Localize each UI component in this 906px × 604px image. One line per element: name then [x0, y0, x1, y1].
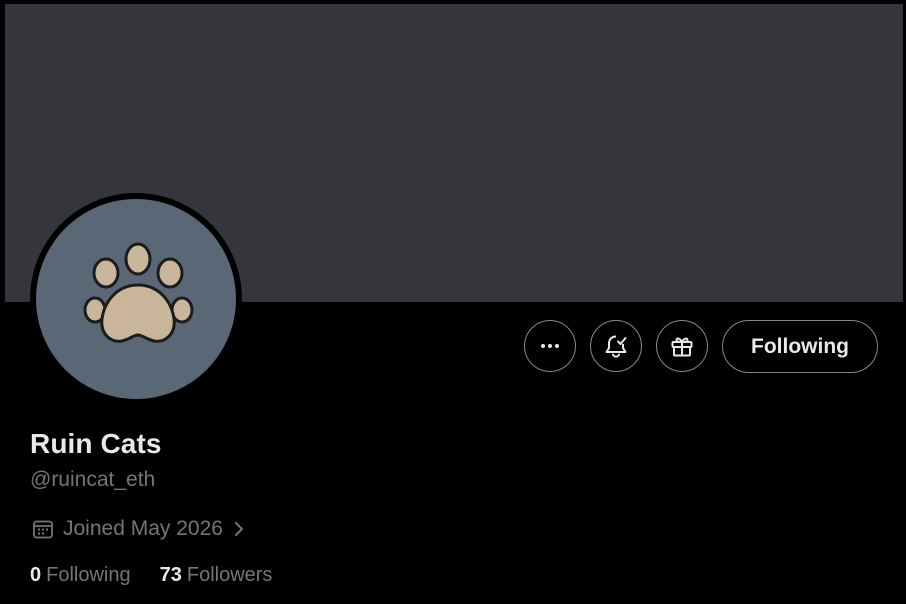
user-handle: @ruincat_eth [30, 468, 156, 491]
avatar[interactable] [36, 199, 236, 399]
following-count-link[interactable]: 0 Following [30, 564, 131, 587]
gift-button[interactable] [656, 320, 708, 372]
gift-icon [671, 337, 693, 357]
more-horizontal-icon [541, 344, 559, 348]
avatar-ring [30, 193, 242, 405]
paw-print-icon [83, 242, 194, 343]
follow-stats: 0 Following 73 Followers [30, 564, 301, 587]
more-options-button[interactable] [524, 320, 576, 372]
chevron-right-icon [232, 519, 246, 539]
display-name: Ruin Cats [30, 428, 162, 459]
following-button[interactable]: Following [722, 320, 878, 373]
joined-date[interactable]: Joined May 2026 [32, 514, 246, 544]
notifications-button[interactable] [590, 320, 642, 372]
following-count: 0 [30, 564, 42, 586]
following-label: Following [46, 564, 131, 586]
calendar-icon [32, 518, 54, 540]
followers-label: Followers [186, 564, 273, 586]
joined-text: Joined May 2026 [63, 517, 223, 540]
bell-check-icon [605, 335, 627, 358]
followers-count-link[interactable]: 73 Followers [160, 564, 273, 587]
followers-count: 73 [159, 564, 182, 586]
